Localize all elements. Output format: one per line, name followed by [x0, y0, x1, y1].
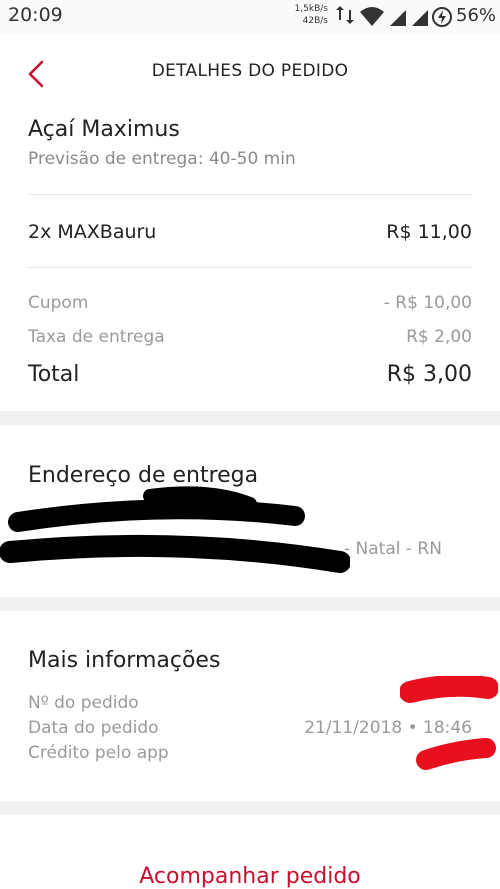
app-header: DETALHES DO PEDIDO: [0, 34, 500, 110]
total-label: Total: [28, 362, 80, 387]
section-separator: [0, 411, 500, 425]
status-time: 20:09: [8, 4, 63, 26]
order-number-redaction: [400, 676, 498, 703]
divider: [28, 267, 472, 268]
status-icons: [336, 6, 452, 27]
app-credit-label: Crédito pelo app: [28, 743, 169, 763]
order-date-value: 21/11/2018 • 18:46: [304, 718, 472, 738]
total-value: R$ 3,00: [386, 362, 472, 387]
wifi-icon: [360, 7, 384, 26]
track-order-button[interactable]: Acompanhar pedido: [0, 864, 500, 889]
network-speed: 1,5kB/s 42B/s: [286, 3, 328, 27]
signal-icon: [390, 10, 406, 26]
app-credit-redaction: [416, 738, 496, 770]
order-item-price: R$ 11,00: [386, 221, 472, 243]
delivery-estimate: Previsão de entrega: 40-50 min: [28, 149, 296, 169]
order-date-label: Data do pedido: [28, 718, 159, 738]
section-separator: [0, 597, 500, 611]
data-arrows-icon: [336, 6, 354, 24]
network-down: 42B/s: [302, 16, 328, 26]
delivery-fee-value: R$ 2,00: [406, 327, 472, 347]
network-up: 1,5kB/s: [294, 4, 328, 14]
address-title: Endereço de entrega: [28, 463, 259, 488]
store-name: Açaí Maximus: [28, 117, 180, 142]
page-title: DETALHES DO PEDIDO: [151, 61, 349, 81]
section-separator: [0, 801, 500, 815]
battery-saver-icon: [432, 7, 452, 27]
more-info-title: Mais informações: [28, 648, 221, 673]
status-bar: 20:09 1,5kB/s 42B/s 56%: [0, 0, 500, 34]
order-item-label: 2x MAXBauru: [28, 221, 157, 243]
coupon-label: Cupom: [28, 293, 89, 313]
order-number-label: Nº do pedido: [28, 693, 139, 713]
delivery-fee-label: Taxa de entrega: [28, 327, 165, 347]
address-city: - Natal - RN: [344, 539, 442, 559]
signal2-icon: [412, 10, 428, 26]
coupon-value: - R$ 10,00: [383, 293, 472, 313]
address-redaction: [0, 486, 350, 573]
battery-percent: 56%: [456, 5, 497, 26]
divider: [28, 194, 472, 195]
